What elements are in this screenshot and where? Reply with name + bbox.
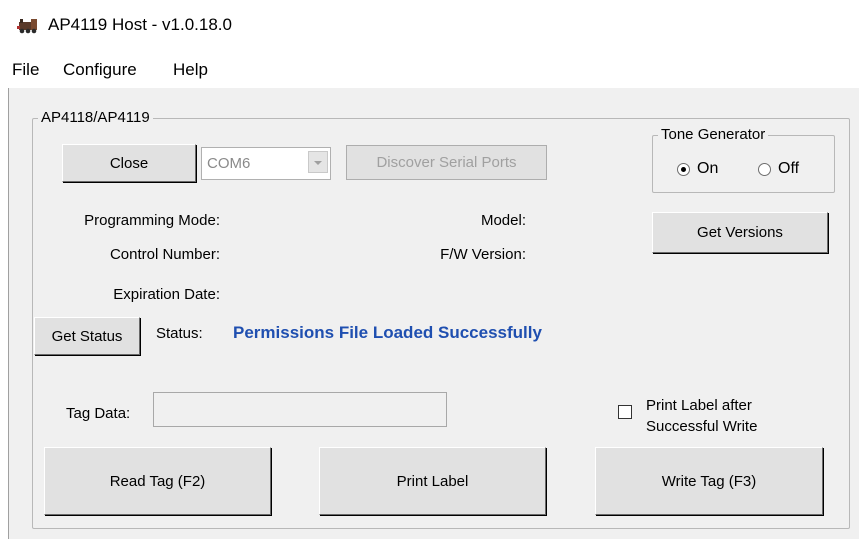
- write-tag-button[interactable]: Write Tag (F3): [595, 447, 823, 515]
- radio-selected-dot: [681, 167, 686, 172]
- get-versions-button[interactable]: Get Versions: [652, 212, 828, 253]
- tone-generator-title: Tone Generator: [658, 126, 769, 143]
- print-label-checkbox-label: Print Label after Successful Write: [646, 395, 757, 437]
- tone-off-radio[interactable]: [758, 163, 771, 176]
- menu-bar: File Configure Help: [0, 52, 859, 88]
- menu-help[interactable]: Help: [173, 60, 208, 80]
- get-status-button[interactable]: Get Status: [34, 317, 140, 355]
- window-title: AP4119 Host - v1.0.18.0: [48, 15, 232, 34]
- menu-configure[interactable]: Configure: [63, 60, 137, 80]
- control-number-label: Control Number:: [109, 246, 220, 263]
- chevron-down-icon: [314, 161, 322, 165]
- print-label-checkbox-line1: Print Label after: [646, 397, 752, 414]
- tone-off-label: Off: [778, 160, 800, 177]
- expiration-date-label: Expiration Date:: [113, 286, 220, 303]
- print-label-after-write-checkbox[interactable]: [618, 405, 632, 419]
- com-port-select[interactable]: COM6: [201, 147, 331, 180]
- status-value: Permissions File Loaded Successfully: [233, 323, 542, 342]
- client-edge: [8, 88, 9, 539]
- programming-mode-label: Programming Mode:: [84, 212, 220, 229]
- status-label: Status:: [156, 325, 203, 342]
- train-icon: [17, 19, 37, 34]
- dropdown-arrow[interactable]: [308, 151, 328, 173]
- print-label-checkbox-line2: Successful Write: [646, 418, 758, 435]
- read-tag-button[interactable]: Read Tag (F2): [44, 447, 271, 515]
- close-button[interactable]: Close: [62, 144, 196, 182]
- menu-file[interactable]: File: [12, 60, 39, 80]
- discover-serial-ports-button[interactable]: Discover Serial Ports: [346, 145, 547, 180]
- app-window: AP4119 Host - v1.0.18.0 File Configure H…: [0, 0, 859, 539]
- model-label: Model:: [480, 212, 526, 229]
- tag-data-label: Tag Data:: [66, 405, 131, 422]
- tone-on-radio[interactable]: [677, 163, 690, 176]
- fw-version-label: F/W Version:: [440, 246, 526, 263]
- device-group-title: AP4118/AP4119: [38, 109, 153, 126]
- tag-data-field[interactable]: [153, 392, 447, 427]
- tone-on-label: On: [697, 160, 719, 177]
- print-label-button[interactable]: Print Label: [319, 447, 546, 515]
- title-bar: AP4119 Host - v1.0.18.0: [0, 0, 859, 52]
- com-port-value: COM6: [207, 155, 251, 172]
